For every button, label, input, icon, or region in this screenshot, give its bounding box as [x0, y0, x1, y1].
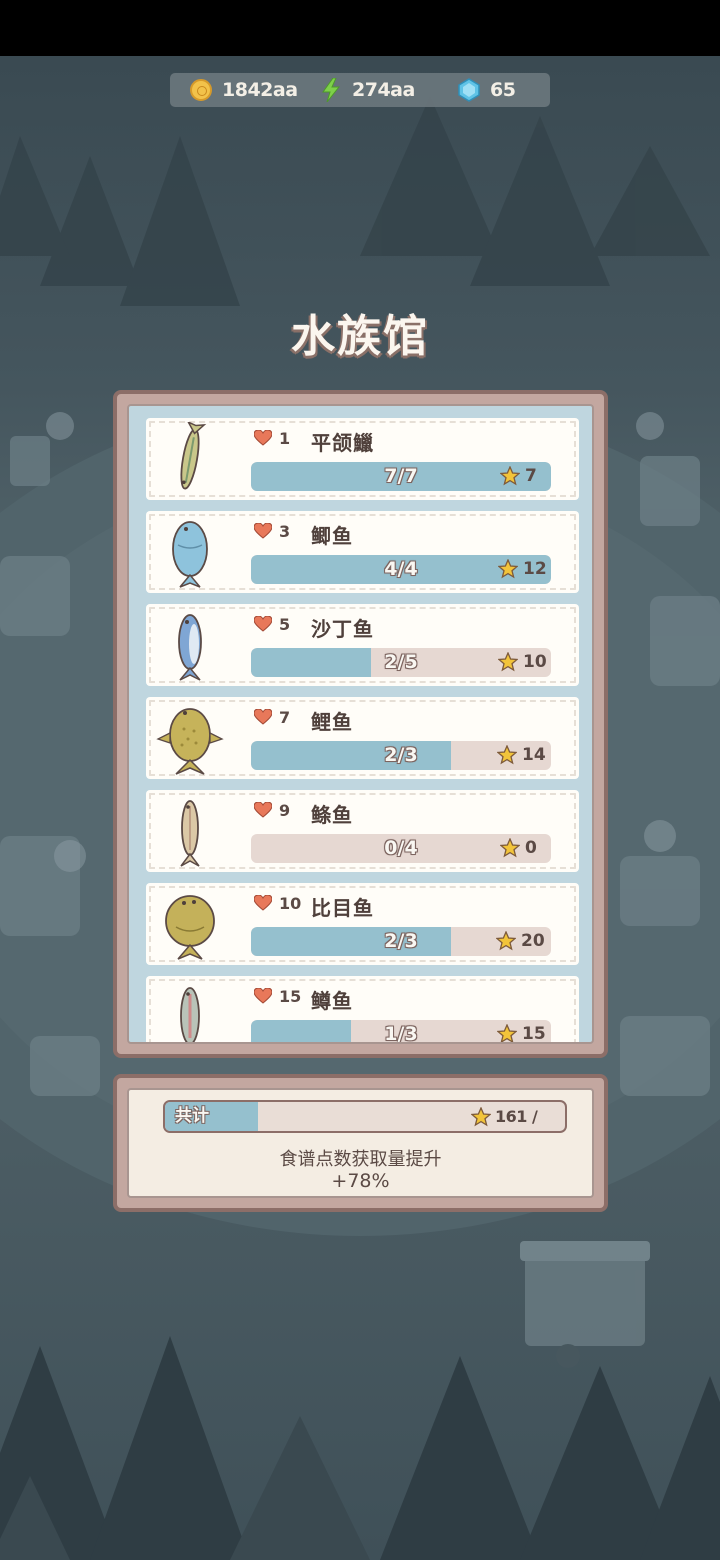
lightning-bolt-icon	[322, 78, 341, 102]
trout-fish-icon	[180, 987, 200, 1042]
currency-bar: 1842aa 274aa 65	[170, 73, 550, 107]
page-title: 水族馆	[291, 311, 429, 362]
flounder-fish-icon	[165, 895, 215, 960]
energy-value: 274aa	[352, 79, 415, 101]
fish-row[interactable]: 15 鳟鱼 1/3 15	[146, 976, 579, 1044]
heart-count: 15	[279, 987, 302, 1006]
summary-content: 共计 161 / 695 食谱点数获取量提升 +78%	[127, 1088, 594, 1198]
fish-row[interactable]: 10 比目鱼 2/3 20	[146, 883, 579, 965]
star-icon	[497, 1024, 517, 1042]
fish-name: 鲫鱼	[311, 524, 353, 548]
star-icon	[500, 838, 520, 858]
coin-value: 1842aa	[222, 79, 298, 101]
energy-counter[interactable]: 274aa	[320, 73, 415, 107]
total-stars-value: 161 / 695	[495, 1107, 538, 1126]
heart-count: 9	[279, 801, 291, 820]
heart-icon	[254, 709, 272, 725]
fish-row[interactable]: 9 鲦鱼 0/4 0	[146, 790, 579, 872]
dace-fish-icon	[180, 800, 200, 867]
fish-progress-bar: 2/3 14	[251, 741, 551, 770]
summary-panel: 共计 161 / 695 食谱点数获取量提升 +78%	[113, 1074, 608, 1212]
bonus-value: +78%	[331, 1170, 390, 1192]
blue-gem-icon	[458, 78, 480, 102]
star-icon	[497, 745, 517, 765]
star-reward: 12	[523, 559, 547, 579]
star-icon	[471, 1107, 491, 1127]
crucian-carp-fish-icon	[172, 521, 208, 588]
heart-count: 7	[279, 708, 291, 727]
fish-name: 沙丁鱼	[311, 617, 374, 641]
star-reward: 14	[522, 745, 546, 765]
fish-row[interactable]: 7 鲤鱼 2/3 14	[146, 697, 579, 779]
total-label: 共计	[175, 1106, 209, 1126]
total-progress-bar: 共计 161 / 695	[163, 1100, 567, 1133]
star-icon	[498, 559, 518, 579]
fish-progress-bar: 4/4 12	[251, 555, 551, 584]
star-reward: 0	[525, 838, 537, 858]
star-reward: 20	[521, 931, 545, 951]
carp-fish-icon	[156, 708, 224, 775]
fish-row[interactable]: 1 平颌鱲 7/7 7	[146, 418, 579, 500]
fish-progress-bar: 1/3 15	[251, 1020, 551, 1044]
fish-name: 鲤鱼	[311, 710, 353, 734]
heart-count: 5	[279, 615, 291, 634]
heart-icon	[254, 616, 272, 632]
heart-count: 3	[279, 522, 291, 541]
star-icon	[496, 931, 516, 951]
gem-counter[interactable]: 65	[458, 73, 516, 107]
fish-progress-bar: 2/5 10	[251, 648, 551, 677]
fish-progress-bar: 7/7 7	[251, 462, 551, 491]
star-reward: 7	[525, 466, 537, 486]
coin-counter[interactable]: 1842aa	[190, 73, 298, 107]
heart-icon	[254, 430, 272, 446]
fish-row[interactable]: 3 鲫鱼 4/4 12	[146, 511, 579, 593]
heart-icon	[254, 802, 272, 818]
star-reward: 15	[522, 1024, 546, 1044]
heart-count: 10	[279, 894, 302, 913]
fish-list[interactable]: 1 平颌鱲 7/7 7 3 鲫鱼 4/4 12 5 沙丁鱼 2/5 10 7 鲤…	[127, 404, 594, 1044]
star-icon	[498, 652, 518, 672]
sardine-fish-icon	[178, 614, 202, 681]
fish-row[interactable]: 5 沙丁鱼 2/5 10	[146, 604, 579, 686]
star-icon	[500, 466, 520, 486]
fish-name: 鲦鱼	[311, 803, 353, 827]
heart-icon	[254, 988, 272, 1004]
fish-name: 鳟鱼	[311, 989, 353, 1013]
status-bar	[0, 0, 720, 56]
minnow-fish-icon	[180, 422, 207, 490]
star-reward: 10	[523, 652, 547, 672]
fish-progress-bar: 2/3 20	[251, 927, 551, 956]
fish-progress-bar: 0/4 0	[251, 834, 551, 863]
heart-icon	[254, 895, 272, 911]
fish-name: 比目鱼	[311, 896, 374, 920]
fish-name: 平颌鱲	[311, 431, 374, 455]
heart-count: 1	[279, 429, 291, 448]
gem-value: 65	[490, 79, 516, 101]
bonus-description: 食谱点数获取量提升	[279, 1149, 442, 1170]
heart-icon	[254, 523, 272, 539]
aquarium-panel: 1 平颌鱲 7/7 7 3 鲫鱼 4/4 12 5 沙丁鱼 2/5 10 7 鲤…	[113, 390, 608, 1058]
coin-icon	[190, 79, 212, 101]
